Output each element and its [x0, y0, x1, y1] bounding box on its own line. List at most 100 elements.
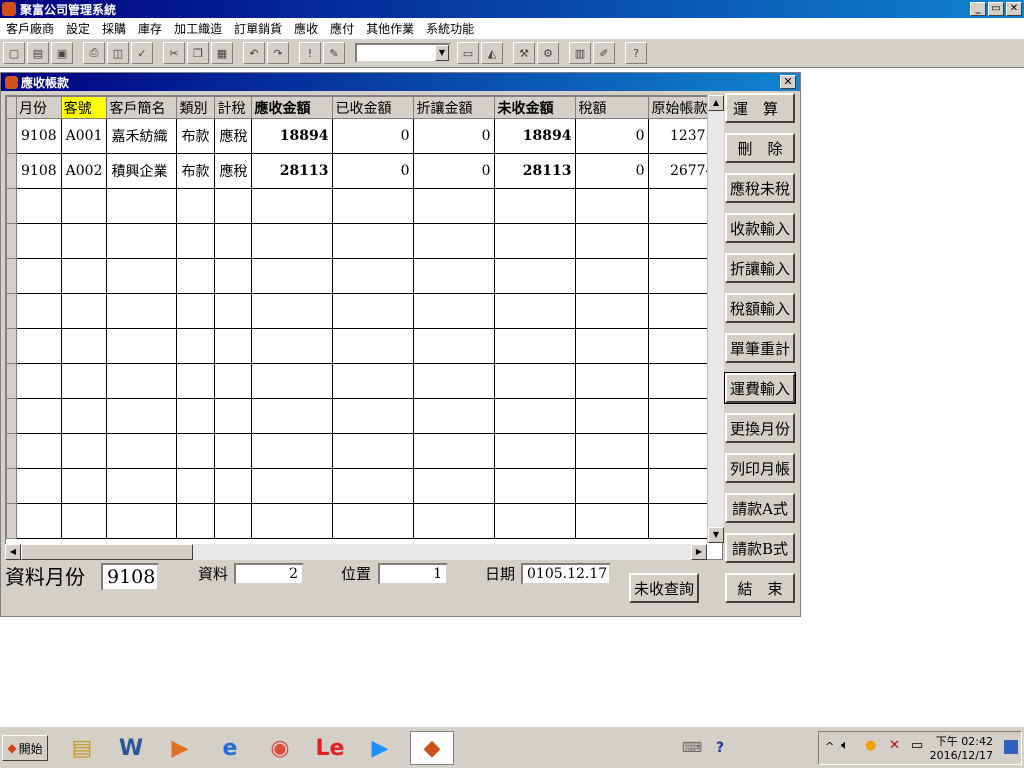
cell-discount[interactable]: 0 [413, 118, 496, 154]
recalculate-button[interactable]: 單筆重計 [725, 333, 795, 363]
help-icon[interactable]: ? [625, 42, 647, 64]
spellcheck-icon[interactable]: ✓ [131, 42, 153, 64]
tax-input-button[interactable]: 稅額輸入 [725, 293, 795, 323]
cell-receivable[interactable]: 28113 [251, 153, 334, 189]
calculate-button[interactable]: 運 算 [725, 93, 795, 123]
print-preview-icon[interactable]: ◫ [107, 42, 129, 64]
empty-row[interactable] [6, 328, 720, 364]
child-close-button[interactable]: ✕ [780, 75, 796, 89]
freight-input-button[interactable]: 運費輸入 [724, 372, 796, 404]
scroll-right-icon[interactable]: ▶ [691, 544, 707, 560]
save-icon[interactable]: ▣ [51, 42, 73, 64]
delete-button[interactable]: 刪 除 [725, 133, 795, 163]
outstanding-query-button[interactable]: 未收查詢 [629, 573, 699, 603]
word-icon[interactable]: W [113, 731, 149, 765]
file-explorer-icon[interactable]: ▤ [64, 731, 100, 765]
scroll-thumb[interactable] [21, 544, 193, 560]
cut-icon[interactable]: ✂ [163, 42, 185, 64]
cell-discount[interactable]: 0 [413, 153, 496, 189]
start-button[interactable]: ◆ 開始 [2, 735, 48, 761]
keyboard-icon[interactable]: ⌨ [682, 731, 702, 765]
position-field[interactable]: 1 [378, 563, 448, 585]
col-header-tax-amount[interactable]: 稅額 [575, 96, 650, 119]
menu-orders-sales[interactable]: 訂單銷貨 [228, 20, 288, 37]
date-field[interactable]: 0105.12.17 [521, 563, 611, 585]
cell-month[interactable]: 9108 [16, 118, 62, 154]
print-monthly-button[interactable]: 列印月帳 [725, 453, 795, 483]
cell-received[interactable]: 0 [332, 153, 415, 189]
col-header-discount[interactable]: 折讓金額 [413, 96, 496, 119]
undo-icon[interactable]: ↶ [243, 42, 265, 64]
invoice-a-button[interactable]: 請款A式 [725, 493, 795, 523]
menu-customers[interactable]: 客戶廠商 [0, 20, 60, 37]
open-folder-icon[interactable]: ▤ [27, 42, 49, 64]
month-field[interactable]: 9108 [101, 563, 159, 591]
cell-category[interactable]: 布款 [176, 118, 216, 154]
network-icon[interactable]: ✕ [889, 738, 900, 753]
empty-row[interactable] [6, 503, 720, 539]
discount-input-button[interactable]: 折讓輸入 [725, 253, 795, 283]
empty-row[interactable] [6, 363, 720, 399]
empty-row[interactable] [6, 398, 720, 434]
records-field[interactable]: 2 [234, 563, 304, 585]
notes-icon[interactable]: ✐ [593, 42, 615, 64]
minimize-button[interactable]: _ [970, 2, 986, 16]
cell-customer-name[interactable]: 積興企業 [106, 153, 178, 189]
menu-payables[interactable]: 應付 [324, 20, 360, 37]
close-button[interactable]: ✕ [1006, 2, 1022, 16]
tools-icon[interactable]: ⚒ [513, 42, 535, 64]
row-selector[interactable] [6, 118, 17, 154]
scroll-down-icon[interactable]: ▼ [708, 527, 724, 543]
cell-category[interactable]: 布款 [176, 153, 216, 189]
row-selector[interactable] [6, 153, 17, 189]
menu-receivables[interactable]: 應收 [288, 20, 324, 37]
display-icon[interactable]: ▭ [911, 738, 923, 753]
maximize-button[interactable]: ▭ [988, 2, 1004, 16]
cell-month[interactable]: 9108 [16, 153, 62, 189]
empty-row[interactable] [6, 258, 720, 294]
receivables-grid[interactable]: 月份 客號 客戶簡名 類別 計稅 應收金額 已收金額 折讓金額 未收金額 稅額 … [5, 95, 723, 560]
fox-app-taskbar-icon[interactable]: ◆ [410, 731, 454, 765]
menu-system[interactable]: 系統功能 [420, 20, 480, 37]
invoice-b-button[interactable]: 請款B式 [725, 533, 795, 563]
toolbar-combo[interactable]: ▼ [355, 43, 451, 63]
vertical-scrollbar[interactable]: ▲ ▼ [707, 95, 724, 543]
cell-tax[interactable]: 應稅 [214, 118, 253, 154]
build-icon[interactable]: ⚙ [537, 42, 559, 64]
col-header-outstanding[interactable]: 未收金額 [494, 96, 577, 119]
video-player-icon[interactable]: ▶ [362, 731, 398, 765]
empty-row[interactable] [6, 293, 720, 329]
cell-outstanding[interactable]: 28113 [494, 153, 577, 189]
exit-button[interactable]: 結 束 [725, 573, 795, 603]
menu-other[interactable]: 其他作業 [360, 20, 420, 37]
chevron-up-icon[interactable]: ^ [825, 740, 834, 753]
cell-customer-no[interactable]: A001 [60, 118, 108, 154]
redo-icon[interactable]: ↷ [267, 42, 289, 64]
col-header-receivable[interactable]: 應收金額 [251, 96, 334, 119]
col-header-category[interactable]: 類別 [176, 96, 216, 119]
scroll-left-icon[interactable]: ◀ [5, 544, 21, 560]
row-selector-header[interactable] [6, 96, 17, 119]
cell-tax[interactable]: 應稅 [214, 153, 253, 189]
col-header-month[interactable]: 月份 [16, 96, 62, 119]
media-player-icon[interactable]: ▶ [162, 731, 198, 765]
cell-received[interactable]: 0 [332, 118, 415, 154]
menu-inventory[interactable]: 庫存 [132, 20, 168, 37]
chrome-icon[interactable]: ◉ [262, 731, 298, 765]
alert-icon[interactable]: ! [299, 42, 321, 64]
menu-settings[interactable]: 設定 [60, 20, 96, 37]
cell-receivable[interactable]: 18894 [251, 118, 334, 154]
col-header-received[interactable]: 已收金額 [332, 96, 415, 119]
form-icon[interactable]: ▭ [457, 42, 479, 64]
taxable-untaxed-button[interactable]: 應稅未稅 [725, 173, 795, 203]
table-row[interactable]: 9108 A001 嘉禾紡織 布款 應稅 18894 0 0 18894 0 1… [6, 118, 720, 154]
clock[interactable]: 下午 02:42 2016/12/17 [930, 735, 993, 763]
print-icon[interactable]: ⎙ [83, 42, 105, 64]
horizontal-scrollbar[interactable]: ◀ ▶ [5, 544, 707, 560]
properties-icon[interactable]: ▥ [569, 42, 591, 64]
table-row[interactable]: 9108 A002 積興企業 布款 應稅 28113 0 0 28113 0 2… [6, 153, 720, 189]
empty-row[interactable] [6, 468, 720, 504]
show-desktop-icon[interactable] [1004, 740, 1018, 754]
cell-tax-amount[interactable]: 0 [575, 153, 650, 189]
letv-icon[interactable]: Le [312, 731, 348, 765]
